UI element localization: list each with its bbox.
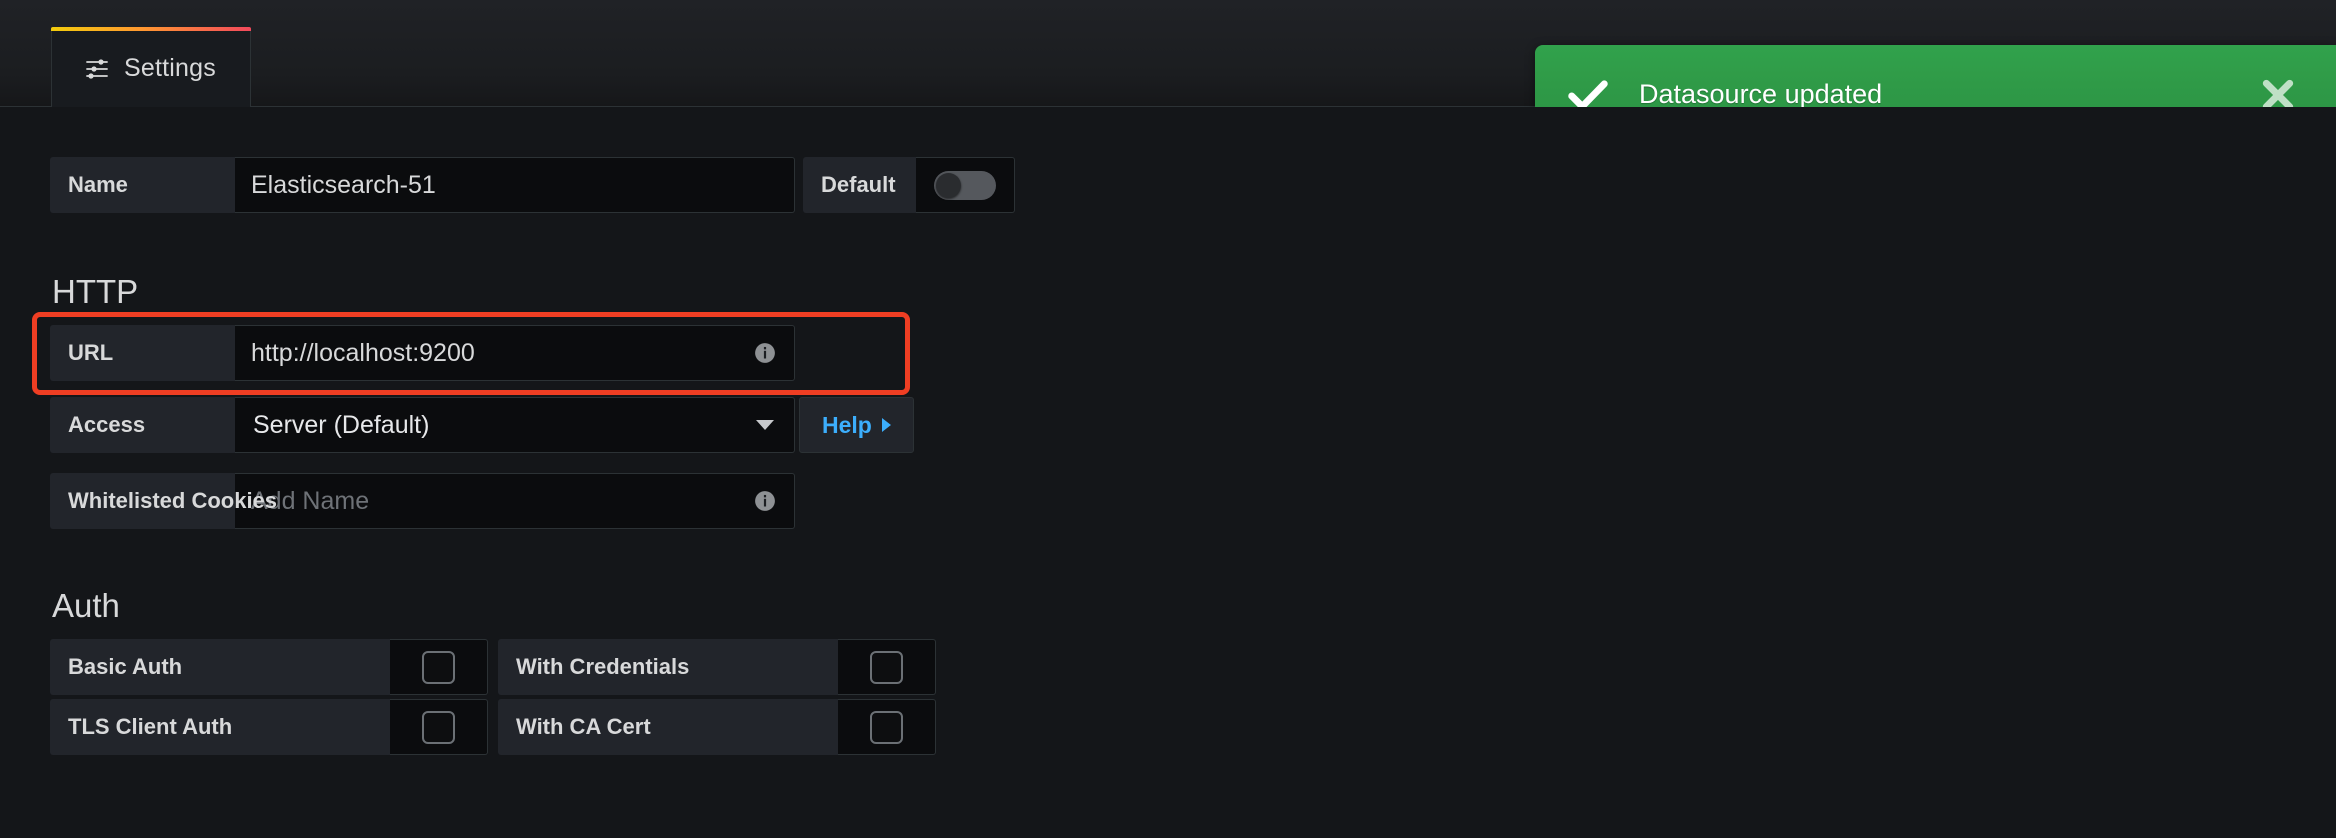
sliders-icon (86, 58, 108, 79)
url-label: URL (50, 325, 235, 381)
settings-form: Name Elasticsearch-51 Default HTTP URL h… (0, 107, 2336, 838)
with-credentials-label: With Credentials (498, 639, 838, 695)
tls-client-auth-row: TLS Client Auth (50, 699, 488, 755)
whitelisted-cookies-label-text: Whitelisted Cookies (68, 488, 278, 513)
basic-auth-label: Basic Auth (50, 639, 390, 695)
auth-row: Basic Auth With Credentials (50, 639, 2336, 699)
name-label: Name (50, 157, 235, 213)
url-highlight-wrapper: URL http://localhost:9200 (32, 312, 930, 395)
access-label-text: Access (68, 412, 146, 437)
help-button[interactable]: Help (799, 397, 914, 453)
basic-auth-label-text: Basic Auth (68, 654, 183, 679)
with-ca-cert-checkbox[interactable] (870, 710, 903, 744)
default-label-text: Default (821, 172, 896, 197)
url-field: URL http://localhost:9200 (50, 325, 930, 381)
with-credentials-checkbox[interactable] (870, 650, 903, 684)
help-button-label: Help (822, 411, 872, 438)
default-label: Default (803, 157, 916, 213)
default-toggle-cell (915, 157, 1015, 213)
chevron-down-icon (756, 420, 774, 430)
whitelisted-cookies-label: Whitelisted Cookies (50, 473, 277, 529)
basic-auth-row: Basic Auth (50, 639, 488, 695)
with-ca-cert-row: With CA Cert (498, 699, 936, 755)
info-icon[interactable] (794, 716, 820, 738)
name-input[interactable]: Elasticsearch-51 (235, 157, 795, 213)
with-credentials-checkbox-cell (838, 639, 936, 695)
tls-client-auth-label-text: TLS Client Auth (68, 714, 233, 739)
tab-settings-label: Settings (124, 54, 216, 82)
whitelisted-cookies-field: Whitelisted Cookies Add Name (50, 473, 2336, 529)
access-label: Access (50, 397, 235, 453)
access-field: Access Server (Default) (50, 397, 795, 453)
with-ca-cert-label: With CA Cert (498, 699, 838, 755)
name-input-value: Elasticsearch-51 (251, 170, 436, 199)
url-label-text: URL (68, 340, 114, 365)
access-select-value: Server (Default) (253, 410, 430, 439)
tls-client-auth-checkbox[interactable] (422, 710, 455, 744)
name-label-text: Name (68, 172, 128, 197)
access-row: Access Server (Default) Help (50, 397, 2336, 457)
info-icon[interactable] (754, 490, 776, 512)
url-input-value: http://localhost:9200 (251, 338, 475, 367)
info-icon[interactable] (189, 174, 215, 196)
whitelisted-cookies-input[interactable]: Add Name (235, 473, 795, 529)
tab-settings[interactable]: Settings (51, 27, 251, 107)
chevron-right-icon (881, 418, 891, 432)
default-field: Default (803, 157, 1015, 213)
url-input[interactable]: http://localhost:9200 (235, 325, 795, 381)
auth-section-title: Auth (52, 587, 120, 624)
access-select[interactable]: Server (Default) (235, 397, 795, 453)
default-toggle-knob (935, 172, 961, 198)
info-icon[interactable] (754, 342, 776, 364)
basic-auth-checkbox[interactable] (422, 650, 455, 684)
http-section-title: HTTP (52, 273, 139, 310)
whitelisted-cookies-placeholder: Add Name (251, 486, 370, 515)
toast-message: Datasource updated (1639, 79, 1883, 109)
with-ca-cert-checkbox-cell (838, 699, 936, 755)
with-ca-cert-label-text: With CA Cert (516, 714, 651, 739)
name-default-row: Name Elasticsearch-51 Default (50, 157, 2336, 217)
with-credentials-label-text: With Credentials (516, 654, 690, 679)
with-credentials-row: With Credentials (498, 639, 936, 695)
tls-client-auth-label: TLS Client Auth (50, 699, 390, 755)
basic-auth-checkbox-cell (390, 639, 488, 695)
info-icon[interactable] (794, 656, 820, 678)
auth-row: TLS Client Auth With CA Cert (50, 699, 2336, 759)
tls-client-auth-checkbox-cell (390, 699, 488, 755)
name-field: Name Elasticsearch-51 (50, 157, 795, 213)
default-toggle[interactable] (933, 170, 996, 200)
